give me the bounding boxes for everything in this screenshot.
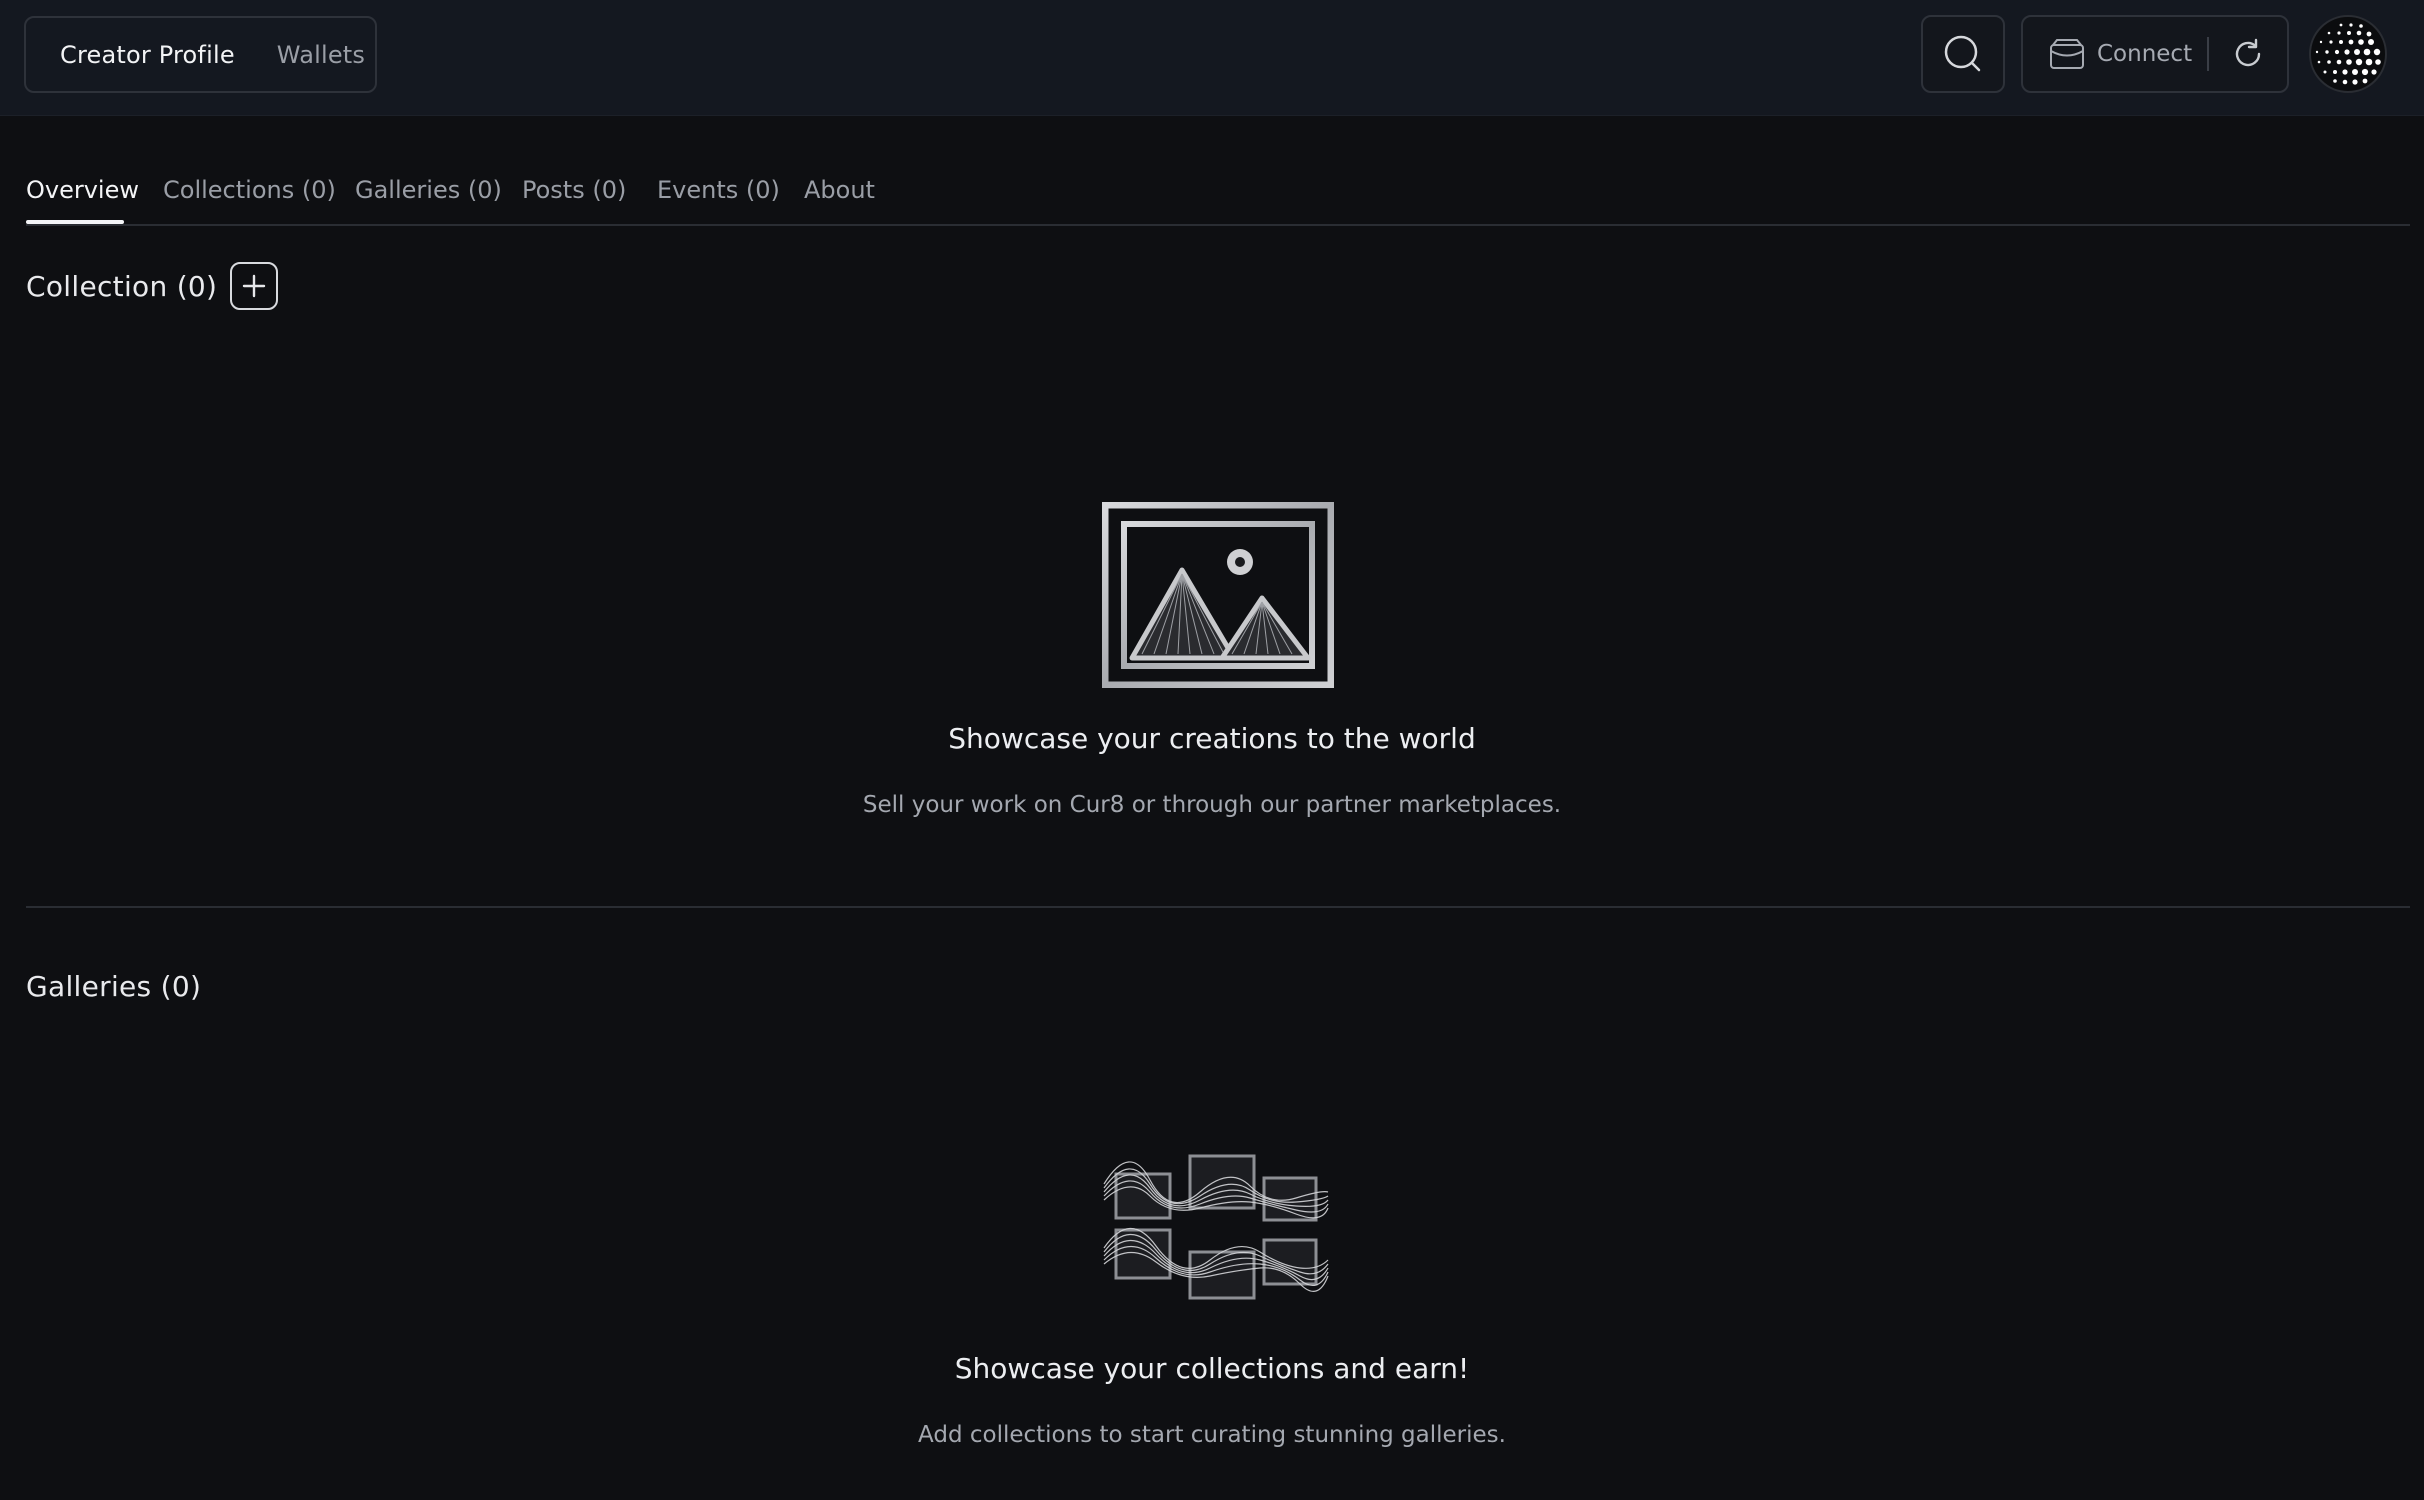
collection-empty-subtitle: Sell your work on Cur8 or through our pa… xyxy=(862,792,1562,818)
tab-events[interactable]: Events (0) xyxy=(657,176,780,204)
image-placeholder-illustration xyxy=(1101,501,1335,692)
add-collection-button[interactable] xyxy=(230,262,278,310)
active-tab-indicator xyxy=(26,220,124,224)
tab-galleries[interactable]: Galleries (0) xyxy=(355,176,502,204)
search-button[interactable] xyxy=(1921,15,2005,93)
plus-icon xyxy=(242,274,266,298)
tab-posts[interactable]: Posts (0) xyxy=(522,176,626,204)
wallet-icon xyxy=(2050,39,2084,69)
segment-creator-profile[interactable]: Creator Profile xyxy=(60,41,235,69)
search-icon xyxy=(1944,35,1981,72)
wallet-actions-group: Connect xyxy=(2021,15,2289,93)
top-bar: Creator Profile Wallets Connect xyxy=(0,0,2424,116)
tab-overview[interactable]: Overview xyxy=(26,176,139,204)
galleries-placeholder-illustration xyxy=(1100,1148,1332,1308)
refresh-icon xyxy=(2235,38,2261,67)
collection-empty-title: Showcase your creations to the world xyxy=(948,722,1476,755)
section-divider xyxy=(26,906,2410,908)
segment-wallets[interactable]: Wallets xyxy=(277,41,365,69)
connect-label: Connect xyxy=(2097,41,2193,67)
galleries-section-title: Galleries (0) xyxy=(26,970,202,1003)
dotted-avatar-icon xyxy=(2315,23,2381,85)
galleries-empty-title: Showcase your collections and earn! xyxy=(954,1352,1470,1385)
collection-section-title: Collection (0) xyxy=(26,270,218,303)
connect-button[interactable]: Connect xyxy=(2023,17,2207,91)
avatar[interactable] xyxy=(2309,15,2387,93)
refresh-button[interactable] xyxy=(2209,17,2287,91)
tab-about[interactable]: About xyxy=(804,176,875,204)
tab-collections[interactable]: Collections (0) xyxy=(163,176,336,204)
galleries-empty-subtitle: Add collections to start curating stunni… xyxy=(918,1422,1506,1448)
profile-segmented-control: Creator Profile Wallets xyxy=(24,16,377,93)
profile-tabs: Overview Collections (0) Galleries (0) P… xyxy=(26,150,2410,226)
